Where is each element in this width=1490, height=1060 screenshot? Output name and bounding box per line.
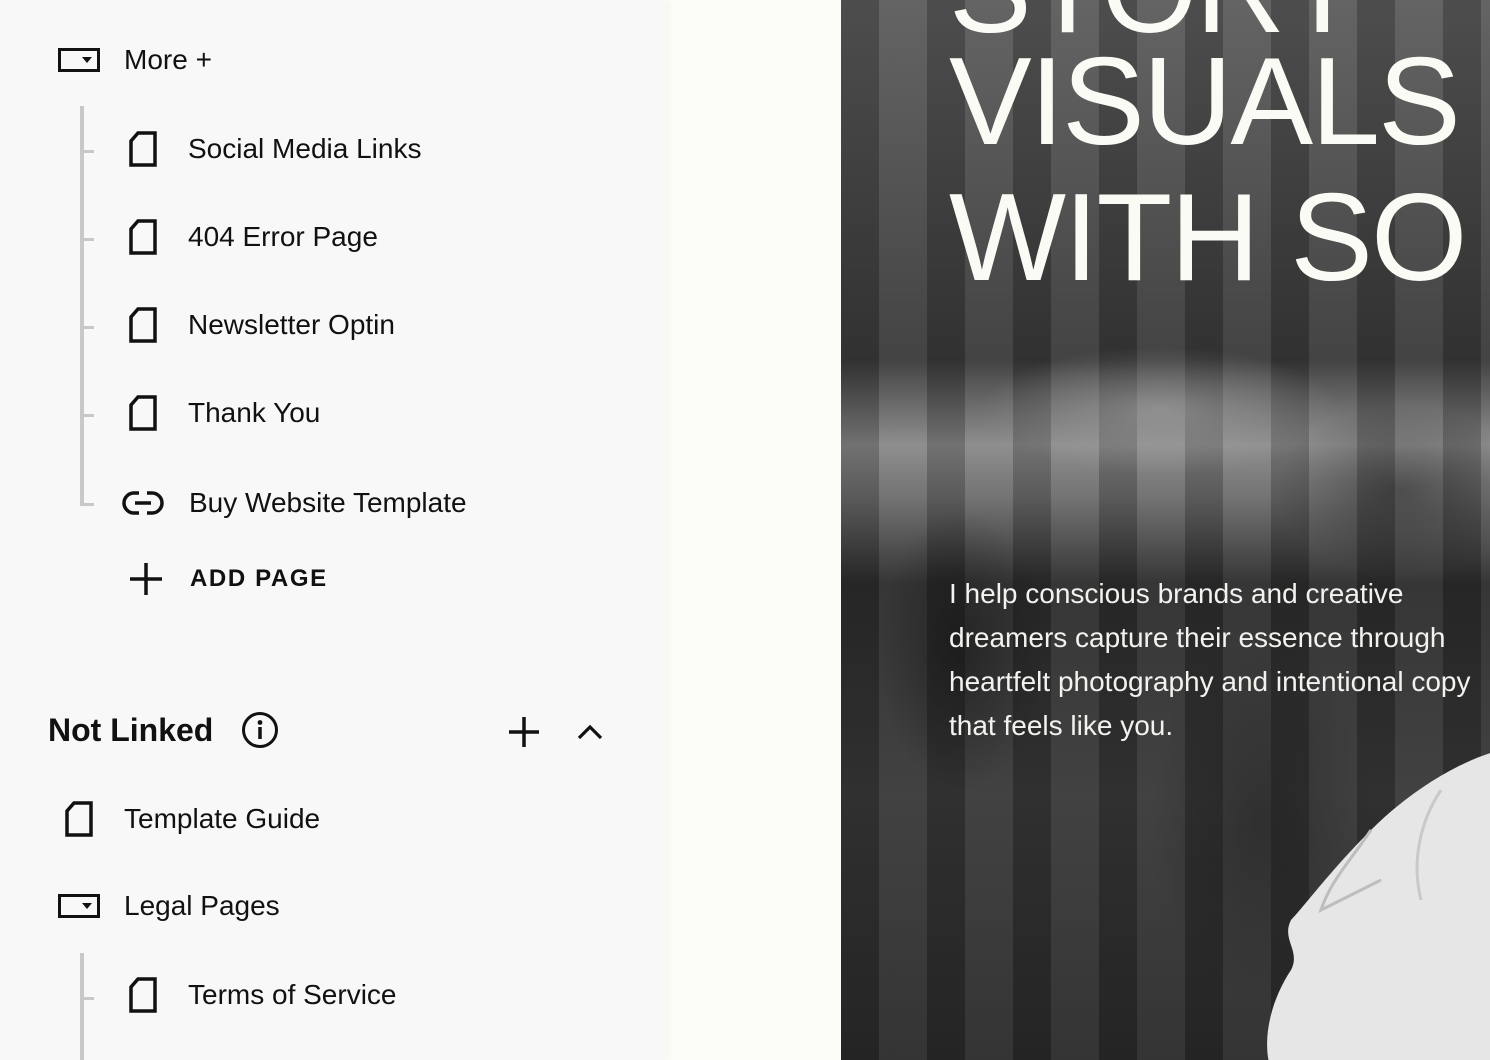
hero-body-text: I help conscious brands and creative dre… (949, 578, 1471, 741)
plus-icon (130, 563, 162, 595)
hero-headline-line: WITH SO (949, 169, 1467, 307)
link-icon (122, 491, 164, 515)
page-icon (129, 395, 157, 431)
hero-headline-line: VISUALS (949, 33, 1461, 171)
page-label: Newsletter Optin (188, 309, 395, 340)
page-label: Terms of Service (188, 979, 397, 1010)
page-item-thank-you[interactable]: Thank You (128, 395, 320, 431)
site-preview-hero: STORY VISUALS WITH SO I help conscious b… (841, 0, 1490, 1060)
page-label: 404 Error Page (188, 221, 378, 252)
tree-line (80, 106, 84, 506)
folder-icon (58, 48, 100, 72)
tree-tick (84, 238, 94, 241)
tree-tick (84, 326, 94, 329)
folder-item-more[interactable]: More + (58, 44, 212, 76)
tree-tick (84, 503, 94, 506)
pages-panel: More + Social Media Links 404 Error Page… (0, 0, 666, 1060)
link-item-buy-website-template[interactable]: Buy Website Template (122, 487, 467, 519)
page-item-template-guide[interactable]: Template Guide (64, 801, 320, 837)
tree-tick (84, 150, 94, 153)
folder-item-legal-pages[interactable]: Legal Pages (58, 890, 280, 922)
page-icon (65, 801, 93, 837)
add-page-button[interactable]: ADD PAGE (128, 561, 328, 597)
section-header-not-linked: Not Linked (48, 711, 279, 749)
page-label: Template Guide (124, 803, 321, 834)
page-label: Thank You (188, 397, 321, 428)
tree-line (80, 953, 84, 1060)
add-page-label: ADD PAGE (190, 565, 328, 592)
page-label: Social Media Links (188, 133, 422, 164)
page-item-404-error-page[interactable]: 404 Error Page (128, 219, 378, 255)
page-item-newsletter-optin[interactable]: Newsletter Optin (128, 307, 395, 343)
add-not-linked-page-button[interactable] (508, 716, 540, 748)
info-icon[interactable] (241, 711, 279, 749)
page-icon (129, 219, 157, 255)
page-icon (129, 131, 157, 167)
folder-label: Legal Pages (124, 890, 280, 921)
section-title: Not Linked (48, 711, 214, 748)
chevron-up-icon[interactable] (577, 723, 603, 741)
page-icon (129, 977, 157, 1013)
link-label: Buy Website Template (189, 487, 467, 518)
tree-tick (84, 414, 94, 417)
folder-icon (58, 894, 100, 918)
page-icon (129, 307, 157, 343)
tree-tick (84, 997, 94, 1000)
portrait-photo (1267, 753, 1490, 1060)
page-item-social-media-links[interactable]: Social Media Links (128, 131, 421, 167)
folder-label: More + (124, 44, 212, 75)
page-item-terms-of-service[interactable]: Terms of Service (128, 977, 397, 1013)
